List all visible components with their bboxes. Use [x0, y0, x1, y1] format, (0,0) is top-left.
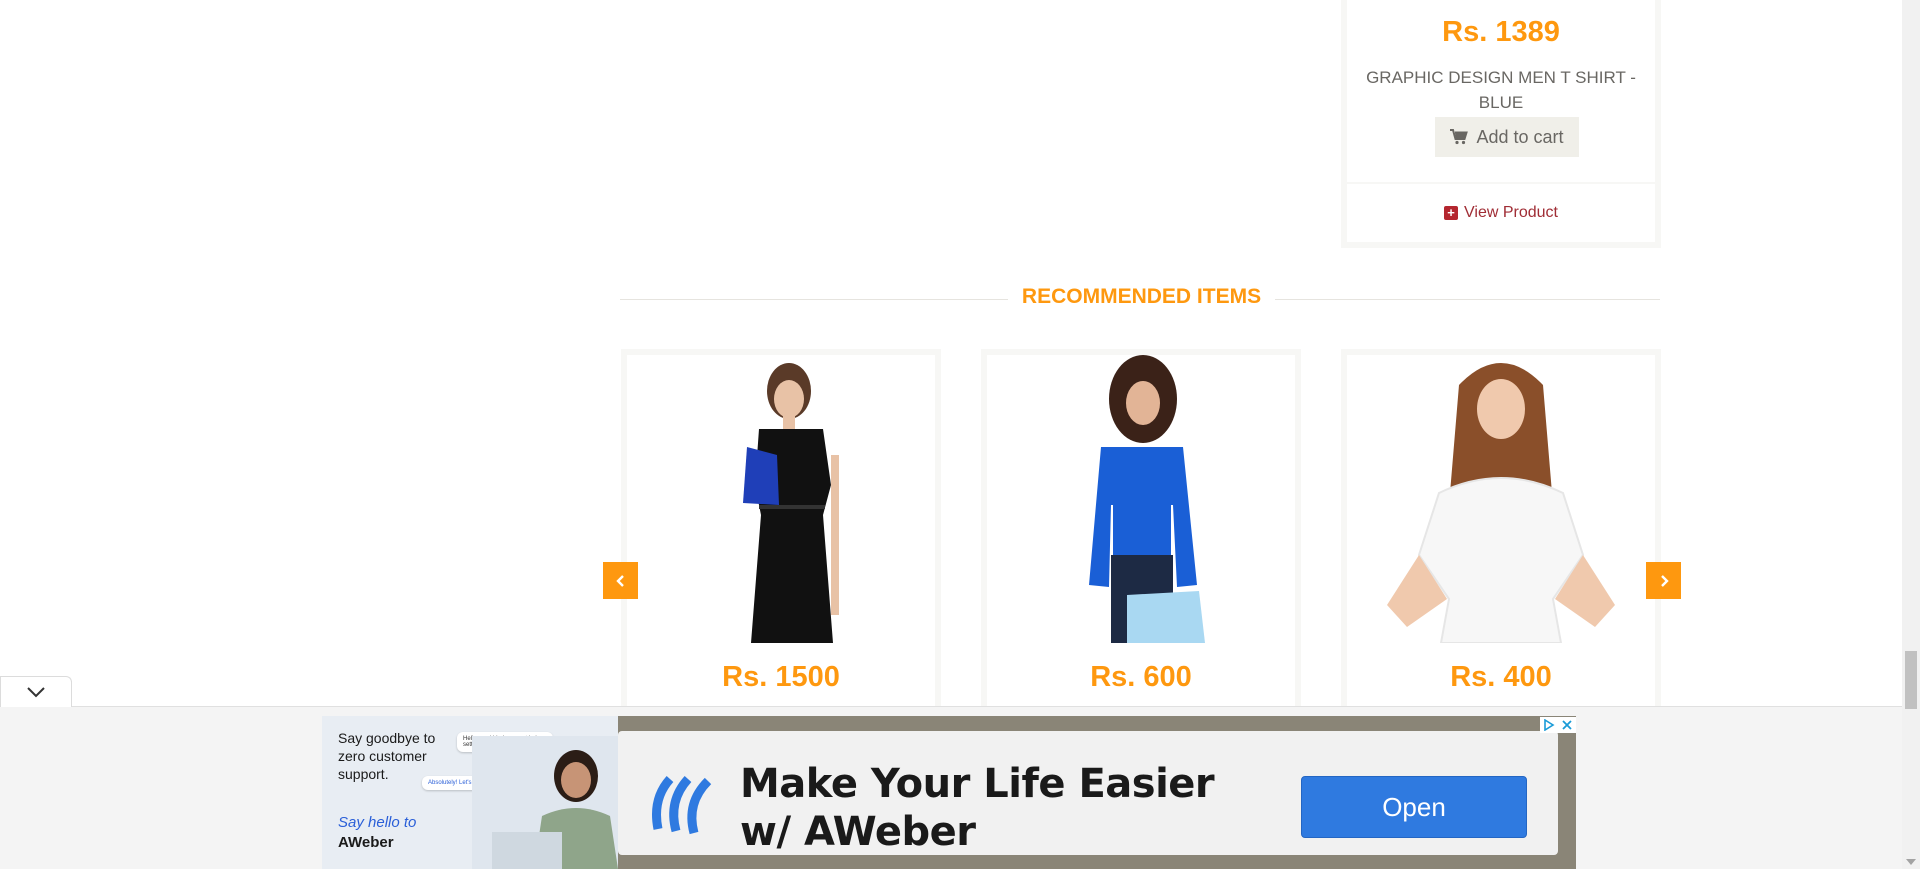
- heading-divider: [620, 299, 1660, 300]
- aweber-logo-icon: [652, 775, 712, 835]
- product-price: Rs. 400: [1450, 661, 1552, 693]
- product-price: Rs. 1500: [722, 661, 840, 693]
- recommended-item: Rs. 600: [981, 349, 1301, 719]
- recommended-item: Rs. 1500: [621, 349, 941, 719]
- chevron-left-icon: [615, 574, 624, 587]
- collapse-ad-button[interactable]: [0, 676, 72, 707]
- card-divider: [1347, 182, 1655, 184]
- recommended-heading: RECOMMENDED ITEMS: [1007, 285, 1276, 309]
- plus-square-icon: +: [1444, 206, 1458, 220]
- ad-content-panel: Make Your Life Easier w/ AWeber Open: [618, 731, 1558, 855]
- ad-open-button[interactable]: Open: [1301, 776, 1527, 838]
- carousel-next-button[interactable]: [1646, 562, 1681, 599]
- carousel-prev-button[interactable]: [603, 562, 638, 599]
- shopping-cart-icon: [1450, 129, 1469, 145]
- scroll-down-arrow-icon[interactable]: [1906, 859, 1916, 865]
- add-to-cart-button[interactable]: Add to cart: [1435, 117, 1579, 157]
- ad-left-text: Say goodbye to zero customer support.: [338, 730, 436, 782]
- chevron-right-icon: [1660, 574, 1669, 587]
- ad-hello-text: Say hello to: [338, 814, 417, 831]
- ad-image-panel: Say goodbye to zero customer support. He…: [322, 716, 618, 869]
- advertisement[interactable]: Say goodbye to zero customer support. He…: [322, 716, 1576, 869]
- product-image: [987, 355, 1295, 643]
- ad-person-image: [472, 736, 618, 869]
- chevron-down-icon: [27, 687, 45, 698]
- product-price: Rs. 600: [1090, 661, 1192, 693]
- ad-choices-icon: [1544, 719, 1555, 731]
- ad-brand-text: AWeber: [338, 834, 394, 851]
- ad-choices[interactable]: [1540, 717, 1576, 733]
- product-name: GRAPHIC DESIGN MEN T SHIRT - BLUE: [1366, 68, 1636, 112]
- view-product-link[interactable]: + View Product: [1347, 204, 1655, 222]
- product-price: Rs. 1389: [1442, 16, 1560, 48]
- product-image: [1347, 355, 1655, 643]
- product-image: [627, 355, 935, 643]
- view-product-label: View Product: [1464, 204, 1558, 221]
- page-scrollbar[interactable]: [1902, 0, 1920, 869]
- scrollbar-thumb[interactable]: [1905, 651, 1917, 709]
- recommended-item: Rs. 400: [1341, 349, 1661, 719]
- add-to-cart-label: Add to cart: [1476, 126, 1564, 147]
- ad-headline: Make Your Life Easier w/ AWeber: [740, 761, 1215, 855]
- close-icon[interactable]: [1561, 719, 1573, 731]
- recommended-heading-wrap: RECOMMENDED ITEMS: [0, 285, 1920, 309]
- product-card: Rs. 1389 GRAPHIC DESIGN MEN T SHIRT - BL…: [1341, 0, 1661, 248]
